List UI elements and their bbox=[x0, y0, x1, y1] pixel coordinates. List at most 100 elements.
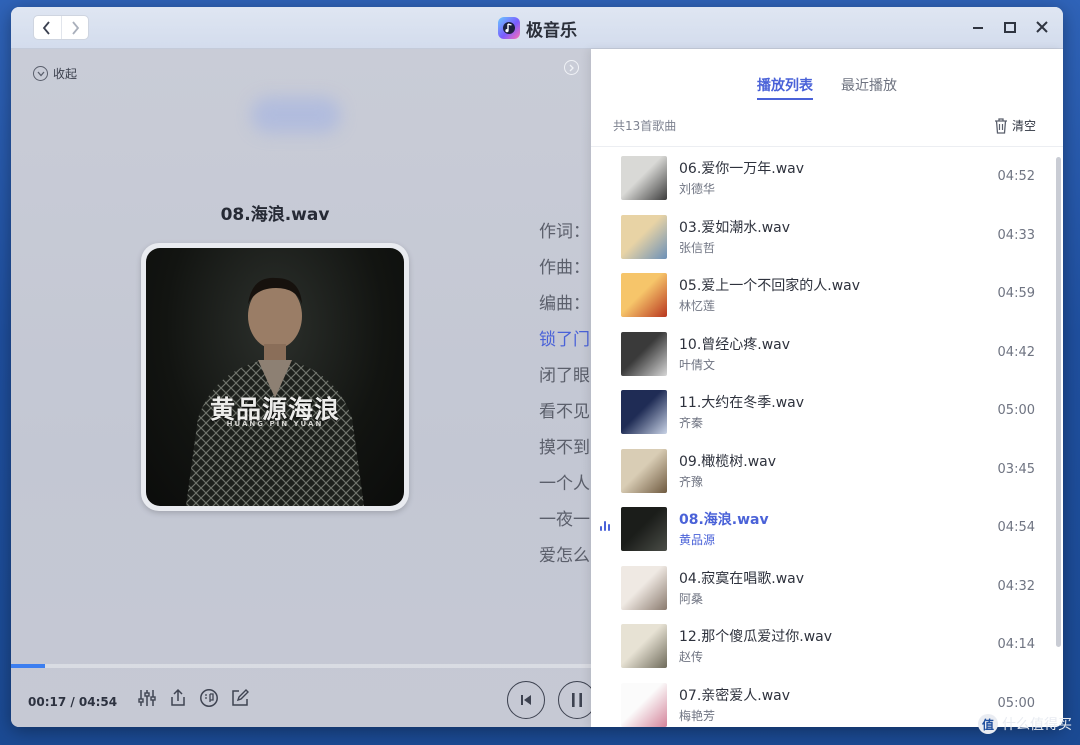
song-thumbnail bbox=[621, 214, 667, 259]
cover-subtitle: HUANG PIN YUAN bbox=[226, 420, 324, 428]
clear-label: 清空 bbox=[1011, 119, 1036, 133]
lyric-line: 作词： bbox=[539, 222, 590, 242]
lyrics-button[interactable] bbox=[199, 687, 219, 709]
lyric-line: 爱怎么 bbox=[539, 546, 590, 566]
expand-panel-button[interactable] bbox=[564, 60, 579, 75]
song-thumbnail bbox=[621, 448, 667, 493]
maximize-button[interactable] bbox=[1001, 18, 1019, 36]
song-name: 04.寂寞在唱歌.wav bbox=[679, 570, 805, 587]
title-bar: 极音乐 bbox=[11, 7, 1063, 49]
music-note-icon bbox=[498, 17, 520, 39]
song-thumbnail bbox=[621, 507, 667, 551]
song-name: 05.爱上一个不回家的人.wav bbox=[679, 278, 861, 294]
edit-button[interactable] bbox=[230, 687, 250, 709]
chevron-right-icon bbox=[72, 20, 79, 35]
song-name: 11.大约在冬季.wav bbox=[679, 395, 805, 411]
chevron-left-icon bbox=[43, 20, 50, 35]
song-duration: 04:32 bbox=[997, 578, 1035, 594]
song-thumbnail bbox=[621, 273, 667, 317]
clear-button[interactable]: 清空 bbox=[993, 117, 1036, 134]
share-button[interactable] bbox=[168, 687, 188, 709]
window-controls bbox=[969, 18, 1051, 36]
song-item[interactable]: 04.寂寞在唱歌.wav 阿桑 04:32 bbox=[591, 558, 1056, 617]
song-duration: 04:54 bbox=[997, 520, 1035, 535]
now-playing-title: 08.海浪.wav bbox=[220, 205, 330, 225]
song-item[interactable]: 06.爱你一万年.wav 刘德华 04:52 bbox=[591, 148, 1056, 207]
app-title-group: 极音乐 bbox=[498, 16, 577, 41]
song-item[interactable]: 11.大约在冬季.wav 齐秦 05:00 bbox=[591, 382, 1056, 441]
song-name: 10.曾经心疼.wav bbox=[679, 336, 791, 353]
song-item[interactable]: 12.那个傻瓜爱过你.wav 赵传 04:14 bbox=[591, 616, 1056, 675]
app-title: 极音乐 bbox=[526, 20, 577, 41]
minimize-button[interactable] bbox=[969, 18, 987, 36]
song-thumbnail bbox=[621, 331, 667, 376]
song-duration: 04:52 bbox=[997, 169, 1035, 184]
player-tools bbox=[137, 687, 250, 709]
playlist-tabs: 播放列表 最近播放 bbox=[591, 75, 1063, 100]
song-name: 07.亲密爱人.wav bbox=[679, 687, 791, 704]
previous-icon bbox=[521, 695, 531, 705]
lyric-line: 一夜一 bbox=[539, 510, 590, 530]
close-button[interactable] bbox=[1033, 18, 1051, 36]
tab-recent[interactable]: 最近播放 bbox=[841, 75, 897, 100]
song-name: 06.爱你一万年.wav bbox=[679, 161, 805, 177]
song-duration: 04:33 bbox=[997, 227, 1035, 243]
song-count: 共13首歌曲 bbox=[613, 119, 677, 133]
collapse-button[interactable]: 收起 bbox=[33, 65, 77, 82]
song-artist: 梅艳芳 bbox=[679, 708, 716, 723]
song-item[interactable]: 03.爱如潮水.wav 张信哲 04:33 bbox=[591, 207, 1056, 266]
share-icon bbox=[171, 688, 185, 706]
song-item-current[interactable]: 08.海浪.wav 黄品源 04:54 bbox=[591, 499, 1056, 558]
song-name: 08.海浪.wav bbox=[679, 512, 769, 528]
back-button[interactable] bbox=[34, 16, 61, 39]
lyrics-icon bbox=[200, 689, 218, 707]
forward-button[interactable] bbox=[60, 16, 89, 39]
song-thumbnail bbox=[621, 624, 667, 668]
close-icon bbox=[1036, 21, 1048, 33]
scrollbar[interactable] bbox=[1056, 157, 1061, 647]
chevron-down-icon bbox=[33, 66, 48, 81]
song-name: 12.那个傻瓜爱过你.wav bbox=[679, 629, 833, 645]
app-window: 极音乐 收起 08.海浪.wav 黄品源海浪 HUANG PIN YUAN 作词… bbox=[11, 7, 1063, 727]
song-item[interactable]: 10.曾经心疼.wav 叶倩文 04:42 bbox=[591, 324, 1056, 383]
song-duration: 05:00 bbox=[997, 403, 1035, 418]
lyric-line: 摸不到 bbox=[539, 438, 590, 458]
song-artist: 黄品源 bbox=[679, 533, 716, 547]
song-artist: 齐秦 bbox=[679, 416, 704, 430]
playback-time: 00:17 / 04:54 bbox=[28, 695, 118, 709]
watermark: 值 什么值得买 bbox=[978, 714, 1072, 734]
song-artist: 林忆莲 bbox=[679, 299, 716, 313]
song-name: 09.橄榄树.wav bbox=[679, 453, 777, 470]
song-artist: 叶倩文 bbox=[679, 357, 716, 372]
equalizer-button[interactable] bbox=[137, 687, 157, 709]
minimize-icon bbox=[973, 27, 983, 29]
song-name: 03.爱如潮水.wav bbox=[679, 219, 791, 236]
lyric-line: 看不见 bbox=[539, 402, 590, 422]
lyrics-panel: 作词： 作曲： 编曲： 锁了门 闭了眼 看不见 摸不到 一个人 一夜一 爱怎么 bbox=[539, 217, 591, 577]
song-item[interactable]: 05.爱上一个不回家的人.wav 林忆莲 04:59 bbox=[591, 265, 1056, 324]
album-cover-art: 黄品源海浪 HUANG PIN YUAN bbox=[146, 248, 404, 506]
edit-icon bbox=[232, 689, 249, 706]
lyric-line: 一个人 bbox=[539, 474, 590, 494]
lyric-line: 闭了眼 bbox=[539, 366, 590, 386]
song-artist: 赵传 bbox=[679, 650, 704, 664]
progress-fill bbox=[11, 664, 45, 668]
chevron-right-icon bbox=[569, 64, 574, 71]
song-thumbnail bbox=[621, 565, 667, 610]
divider bbox=[591, 146, 1063, 147]
progress-bar[interactable] bbox=[11, 664, 591, 668]
song-artist: 阿桑 bbox=[679, 591, 704, 606]
watermark-logo: 值 bbox=[978, 714, 998, 734]
watermark-text: 什么值得买 bbox=[1002, 717, 1072, 733]
song-thumbnail bbox=[621, 682, 667, 727]
background-blur bbox=[251, 97, 341, 133]
lyric-line: 编曲： bbox=[539, 294, 590, 314]
album-cover: 黄品源海浪 HUANG PIN YUAN bbox=[141, 243, 409, 511]
song-item[interactable]: 09.橄榄树.wav 齐豫 03:45 bbox=[591, 441, 1056, 500]
maximize-icon bbox=[1004, 22, 1016, 33]
tab-playlist[interactable]: 播放列表 bbox=[757, 75, 813, 100]
song-duration: 05:00 bbox=[997, 695, 1035, 711]
previous-button[interactable] bbox=[507, 681, 545, 719]
pause-icon bbox=[572, 693, 582, 707]
song-thumbnail bbox=[621, 390, 667, 434]
